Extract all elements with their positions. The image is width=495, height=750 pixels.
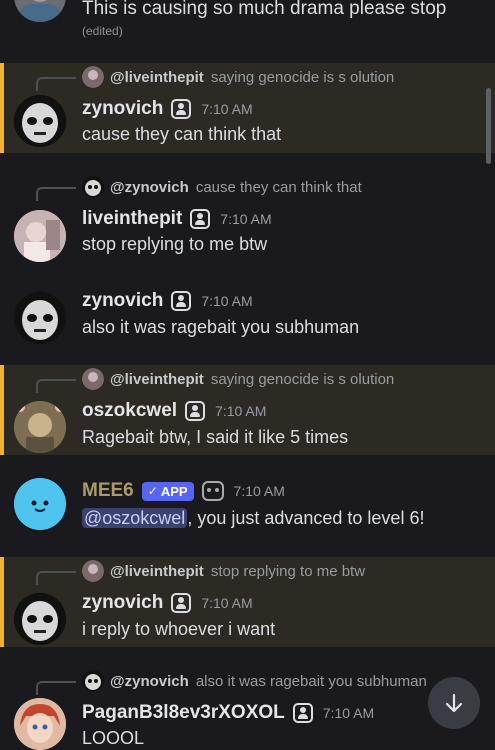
message-text: LOOOL	[82, 728, 145, 748]
message-text: Ragebait btw, I said it like 5 times	[82, 427, 349, 447]
message: @liveinthepit saying genocide is s oluti…	[0, 63, 495, 153]
avatar	[82, 368, 104, 390]
timestamp: 7:10 AM	[201, 293, 253, 309]
scrollbar-thumb[interactable]	[486, 88, 491, 164]
username[interactable]: liveinthepit	[82, 208, 182, 230]
message-text: i reply to whoever i want	[82, 619, 276, 639]
user-badge-icon	[171, 593, 192, 613]
message: @liveinthepit saying genocide is s oluti…	[0, 365, 495, 455]
user-badge-icon	[171, 291, 192, 311]
message-header: PaganB3l8ev3rXOXOL 7:10 AM	[82, 700, 374, 726]
jump-to-present-button[interactable]	[428, 677, 480, 729]
user-badge-icon	[185, 401, 206, 421]
message: @zynovich also it was ragebait you subhu…	[0, 666, 495, 750]
avatar	[82, 176, 104, 198]
check-icon: ✓	[147, 484, 158, 498]
reply-author[interactable]: @zynovich	[110, 179, 189, 196]
message-text: cause they can think that	[82, 124, 282, 144]
reply-author[interactable]: @liveinthepit	[110, 69, 204, 86]
reply-preview[interactable]: @liveinthepit saying genocide is s oluti…	[82, 66, 482, 88]
avatar[interactable]	[14, 698, 66, 750]
reply-connector	[36, 187, 76, 201]
timestamp: 7:10 AM	[220, 211, 272, 227]
message-partial: This is causing so much drama please sto…	[0, 0, 495, 50]
reply-text: saying genocide is s olution	[210, 370, 395, 388]
username[interactable]: PaganB3l8ev3rXOXOL	[82, 702, 285, 724]
app-tag-label: APP	[160, 483, 188, 499]
avatar[interactable]	[14, 292, 66, 344]
username[interactable]: zynovich	[82, 290, 163, 312]
reply-text: cause they can think that	[195, 178, 362, 196]
reply-author[interactable]: @liveinthepit	[110, 371, 204, 388]
reply-preview[interactable]: @liveinthepit saying genocide is s oluti…	[82, 368, 482, 390]
user-badge-icon	[292, 703, 313, 723]
avatar[interactable]	[14, 478, 66, 530]
message-text: @oszokcwel, you just advanced to level 6…	[82, 508, 424, 529]
reply-connector	[36, 681, 76, 695]
arrow-down-icon	[445, 693, 463, 713]
user-badge-icon	[171, 99, 192, 119]
timestamp: 7:10 AM	[201, 101, 253, 117]
reply-connector	[36, 571, 76, 585]
chat-scroller[interactable]: This is causing so much drama please sto…	[0, 0, 495, 750]
edited-label: (edited)	[82, 24, 123, 38]
message-header: MEE6 ✓ APP 7:10 AM	[82, 478, 285, 504]
avatar	[82, 66, 104, 88]
message-text: This is causing so much drama please sto…	[82, 0, 447, 19]
reply-connector	[36, 379, 76, 393]
username[interactable]: MEE6	[82, 480, 134, 502]
username[interactable]: zynovich	[82, 98, 163, 120]
avatar[interactable]	[14, 0, 66, 22]
username[interactable]: zynovich	[82, 592, 163, 614]
avatar[interactable]	[14, 593, 66, 645]
robot-icon	[201, 481, 224, 501]
message-text: also it was ragebait you subhuman	[82, 317, 360, 337]
username[interactable]: oszokcwel	[82, 400, 177, 422]
timestamp: 7:10 AM	[215, 403, 267, 419]
avatar	[82, 560, 104, 582]
reply-preview[interactable]: @liveinthepit stop replying to me btw	[82, 560, 482, 582]
reply-author[interactable]: @liveinthepit	[110, 563, 204, 580]
reply-connector	[36, 77, 76, 91]
avatar	[82, 670, 104, 692]
reply-author[interactable]: @zynovich	[110, 673, 189, 690]
message-header: zynovich 7:10 AM	[82, 590, 253, 616]
app-badge: ✓ APP	[141, 481, 194, 501]
reply-text: saying genocide is s olution	[210, 68, 395, 86]
timestamp: 7:10 AM	[322, 705, 375, 721]
reply-text: stop replying to me btw	[210, 562, 366, 580]
user-mention[interactable]: @oszokcwel	[82, 508, 188, 528]
message: zynovich 7:10 AM also it was ragebait yo…	[0, 284, 495, 356]
reply-text: also it was ragebait you subhuman	[195, 672, 426, 690]
reply-preview[interactable]: @zynovich cause they can think that	[82, 176, 482, 198]
message: MEE6 ✓ APP 7:10 AM @oszokcwel, you just a…	[0, 470, 495, 542]
timestamp: 7:10 AM	[201, 595, 253, 611]
timestamp: 7:10 AM	[233, 483, 285, 499]
message: @liveinthepit stop replying to me btw zy…	[0, 557, 495, 647]
reply-preview[interactable]: @zynovich also it was ragebait you subhu…	[82, 670, 426, 692]
avatar[interactable]	[14, 401, 66, 453]
message-header: zynovich 7:10 AM	[82, 96, 253, 122]
user-badge-icon	[190, 209, 211, 229]
message-text-rest: , you just advanced to level 6!	[187, 508, 425, 528]
message-header: zynovich 7:10 AM	[82, 288, 253, 314]
message-header: oszokcwel 7:10 AM	[82, 398, 266, 424]
avatar[interactable]	[14, 95, 66, 147]
message-header: liveinthepit 7:10 AM	[82, 206, 272, 232]
message-text: stop replying to me btw	[82, 234, 268, 254]
avatar[interactable]	[14, 210, 66, 262]
message: @zynovich cause they can think that live…	[0, 172, 495, 272]
